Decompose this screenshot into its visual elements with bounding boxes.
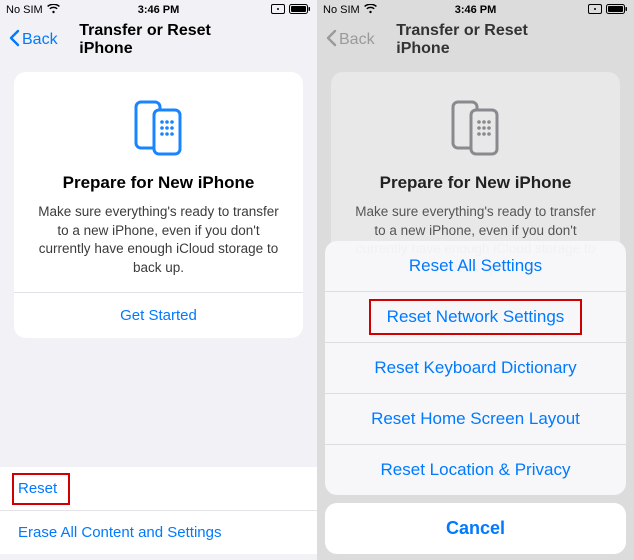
back-label: Back <box>339 31 375 49</box>
reset-row[interactable]: Reset <box>0 467 317 511</box>
sheet-option-reset-all[interactable]: Reset All Settings <box>325 241 626 292</box>
orientation-lock-icon <box>588 4 602 17</box>
reset-label: Reset <box>18 480 57 497</box>
carrier-label: No SIM <box>6 4 43 16</box>
left-screenshot: No SIM 3:46 PM Back Transfer or Reset iP… <box>0 0 317 560</box>
get-started-button[interactable]: Get Started <box>28 293 289 338</box>
chevron-left-icon <box>325 29 337 52</box>
erase-row[interactable]: Erase All Content and Settings <box>0 511 317 554</box>
back-button[interactable]: Back <box>325 29 375 52</box>
wifi-icon <box>47 4 60 17</box>
nav-bar: Back Transfer or Reset iPhone <box>0 20 317 60</box>
back-label: Back <box>22 31 58 49</box>
clock-label: 3:46 PM <box>455 4 497 16</box>
card-title: Prepare for New iPhone <box>345 173 606 193</box>
chevron-left-icon <box>8 29 20 52</box>
page-title: Transfer or Reset iPhone <box>79 22 238 58</box>
prepare-card: Prepare for New iPhone Make sure everyth… <box>14 72 303 338</box>
battery-icon <box>606 4 628 17</box>
sheet-option-label: Reset Network Settings <box>387 307 565 326</box>
battery-icon <box>289 4 311 17</box>
sheet-option-reset-keyboard[interactable]: Reset Keyboard Dictionary <box>325 343 626 394</box>
nav-bar: Back Transfer or Reset iPhone <box>317 20 634 60</box>
iphones-icon <box>28 96 289 163</box>
orientation-lock-icon <box>271 4 285 17</box>
bottom-list: Reset Erase All Content and Settings <box>0 467 317 554</box>
iphones-icon <box>345 96 606 163</box>
sheet-options-group: Reset All Settings Reset Network Setting… <box>325 241 626 495</box>
status-bar: No SIM 3:46 PM <box>317 0 634 20</box>
reset-action-sheet: Reset All Settings Reset Network Setting… <box>325 241 626 554</box>
page-title: Transfer or Reset iPhone <box>396 22 555 58</box>
sheet-option-reset-network[interactable]: Reset Network Settings <box>325 292 626 343</box>
card-title: Prepare for New iPhone <box>28 173 289 193</box>
wifi-icon <box>364 4 377 17</box>
card-body: Make sure everything's ready to transfer… <box>28 203 289 278</box>
sheet-cancel-group: Cancel <box>325 503 626 554</box>
carrier-label: No SIM <box>323 4 360 16</box>
sheet-option-reset-home[interactable]: Reset Home Screen Layout <box>325 394 626 445</box>
status-bar: No SIM 3:46 PM <box>0 0 317 20</box>
right-screenshot: No SIM 3:46 PM Back Transfer or Reset iP… <box>317 0 634 560</box>
erase-label: Erase All Content and Settings <box>18 524 221 541</box>
clock-label: 3:46 PM <box>138 4 180 16</box>
cancel-button[interactable]: Cancel <box>325 503 626 554</box>
sheet-option-reset-location[interactable]: Reset Location & Privacy <box>325 445 626 495</box>
back-button[interactable]: Back <box>8 29 58 52</box>
